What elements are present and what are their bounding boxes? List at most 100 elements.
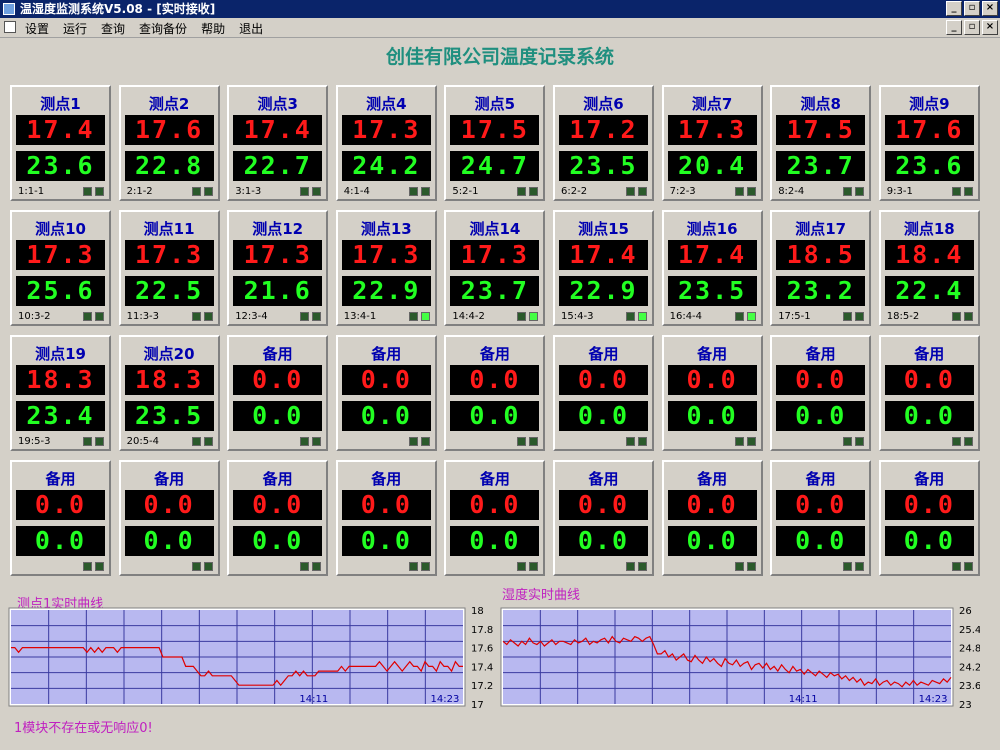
humidity-chart: 26 25.4 24.8 24.2 23.6 23 14:11 14:23 — [500, 606, 980, 711]
status-led-icon — [83, 437, 92, 446]
temperature-display: 17.3 — [233, 240, 323, 270]
humidity-display: 0.0 — [16, 526, 105, 556]
status-led-icon — [963, 437, 973, 446]
status-led-icon — [300, 312, 310, 321]
temperature-display: 17.3 — [16, 240, 105, 270]
minimize-button[interactable]: _ — [946, 1, 962, 16]
status-led-icon — [203, 562, 213, 571]
sensor-tile: 测点18 18.4 22.4 18:5-2 — [878, 210, 980, 326]
status-led-icon — [855, 437, 865, 446]
status-led-icon — [420, 437, 430, 446]
sensor-address: 15:4-3 — [561, 311, 594, 322]
y-tick-label: 18 — [471, 606, 484, 617]
status-led-icon — [855, 562, 865, 571]
status-led-icon — [626, 187, 635, 196]
menu-query-backup[interactable]: 查询备份 — [139, 20, 187, 37]
humidity-display: 0.0 — [450, 401, 540, 431]
temperature-display: 0.0 — [233, 365, 323, 395]
sensor-tile: 备用 0.0 0.0 — [118, 460, 220, 576]
status-led-icon — [312, 437, 322, 446]
sensor-name: 备用 — [805, 345, 836, 363]
sensor-name: 测点10 — [35, 220, 86, 238]
status-led-icon — [843, 437, 853, 446]
temperature-display: 17.3 — [341, 115, 431, 145]
x-tick-label: 14:23 — [919, 694, 948, 705]
humidity-display: 0.0 — [884, 401, 974, 431]
sensor-address: 14:4-2 — [452, 311, 485, 322]
sensor-tile: 备用 0.0 0.0 — [335, 335, 437, 451]
sensor-address: 7:2-3 — [669, 186, 696, 197]
status-led-icon — [191, 312, 201, 321]
humidity-display: 0.0 — [233, 526, 323, 556]
child-restore-button[interactable]: ▫ — [964, 20, 980, 35]
status-led-icon — [734, 437, 744, 446]
menu-exit[interactable]: 退出 — [239, 20, 263, 37]
sensor-name: 测点3 — [257, 95, 298, 113]
sensor-tile: 测点9 17.6 23.6 9:3-1 — [878, 85, 980, 201]
sensor-address: 4:1-4 — [343, 186, 370, 197]
sensor-address: 16:4-4 — [669, 311, 703, 322]
temperature-display: 17.4 — [667, 240, 757, 270]
humidity-display: 0.0 — [233, 401, 323, 431]
child-close-button[interactable]: × — [982, 20, 998, 35]
sensor-address: 17:5-1 — [778, 311, 811, 322]
status-led-icon — [951, 312, 961, 321]
humidity-display: 23.2 — [776, 276, 866, 306]
sensor-name: 备用 — [45, 470, 76, 488]
sensor-address: 2:1-2 — [126, 186, 153, 197]
temperature-display: 0.0 — [776, 490, 866, 520]
sensor-name: 测点19 — [35, 345, 86, 363]
y-tick-label: 23 — [959, 700, 972, 711]
sensor-tile: 测点19 18.3 23.4 19:5-3 — [10, 335, 111, 451]
child-minimize-button[interactable]: _ — [946, 20, 962, 35]
sensor-address: 8:2-4 — [778, 186, 805, 197]
menu-settings[interactable]: 设置 — [25, 20, 49, 37]
menu-query[interactable]: 查询 — [101, 20, 125, 37]
sensor-name: 备用 — [805, 470, 836, 488]
sensor-address: 11:3-3 — [126, 311, 160, 322]
title-bar: 温湿度监测系统V5.08 - [实时接收] _ ▫ × — [0, 0, 1000, 18]
sensor-tile: 测点12 17.3 21.6 12:3-4 — [227, 210, 329, 326]
sensor-name: 测点9 — [909, 95, 950, 113]
status-led-icon — [626, 562, 635, 571]
status-led-icon — [203, 437, 213, 446]
sensor-name: 测点15 — [578, 220, 629, 238]
temperature-display: 17.3 — [124, 240, 214, 270]
sensor-tile: 备用 0.0 0.0 — [10, 460, 111, 576]
close-button[interactable]: × — [982, 1, 998, 16]
humidity-display: 23.5 — [559, 151, 648, 181]
menu-run[interactable]: 运行 — [63, 20, 87, 37]
humidity-display: 0.0 — [559, 526, 648, 556]
sensor-tile: 测点11 17.3 22.5 11:3-3 — [118, 210, 220, 326]
sensor-tile: 测点16 17.4 23.5 16:4-4 — [661, 210, 763, 326]
restore-button[interactable]: ▫ — [964, 1, 980, 16]
temperature-display: 17.4 — [233, 115, 323, 145]
humidity-display: 20.4 — [667, 151, 757, 181]
status-led-icon — [203, 312, 213, 321]
sensor-tile: 测点15 17.4 22.9 15:4-3 — [553, 210, 654, 326]
sensor-name: 测点1 — [40, 95, 81, 113]
y-tick-label: 26 — [959, 606, 972, 617]
temperature-display: 0.0 — [667, 365, 757, 395]
status-led-icon — [638, 437, 647, 446]
status-led-icon — [312, 187, 322, 196]
sensor-tile: 备用 0.0 0.0 — [553, 335, 654, 451]
sensor-tile: 测点5 17.5 24.7 5:2-1 — [444, 85, 546, 201]
temperature-display: 0.0 — [884, 365, 974, 395]
document-icon[interactable] — [4, 21, 16, 33]
sensor-address: 9:3-1 — [886, 186, 913, 197]
sensor-name: 测点12 — [252, 220, 304, 238]
sensor-address: 12:3-4 — [235, 311, 268, 322]
temperature-display: 0.0 — [16, 490, 105, 520]
sensor-name: 备用 — [262, 470, 293, 488]
sensor-tile: 测点13 17.3 22.9 13:4-1 — [335, 210, 437, 326]
sensor-tile: 测点2 17.6 22.8 2:1-2 — [118, 85, 220, 201]
humidity-display: 0.0 — [450, 526, 540, 556]
menu-help[interactable]: 帮助 — [201, 20, 225, 37]
sensor-name: 测点5 — [474, 95, 516, 113]
status-led-icon — [963, 187, 973, 196]
temperature-display: 17.5 — [776, 115, 866, 145]
sensor-name: 测点11 — [143, 220, 195, 238]
sensor-tile: 备用 0.0 0.0 — [227, 460, 329, 576]
sensor-tile: 测点10 17.3 25.6 10:3-2 — [10, 210, 111, 326]
